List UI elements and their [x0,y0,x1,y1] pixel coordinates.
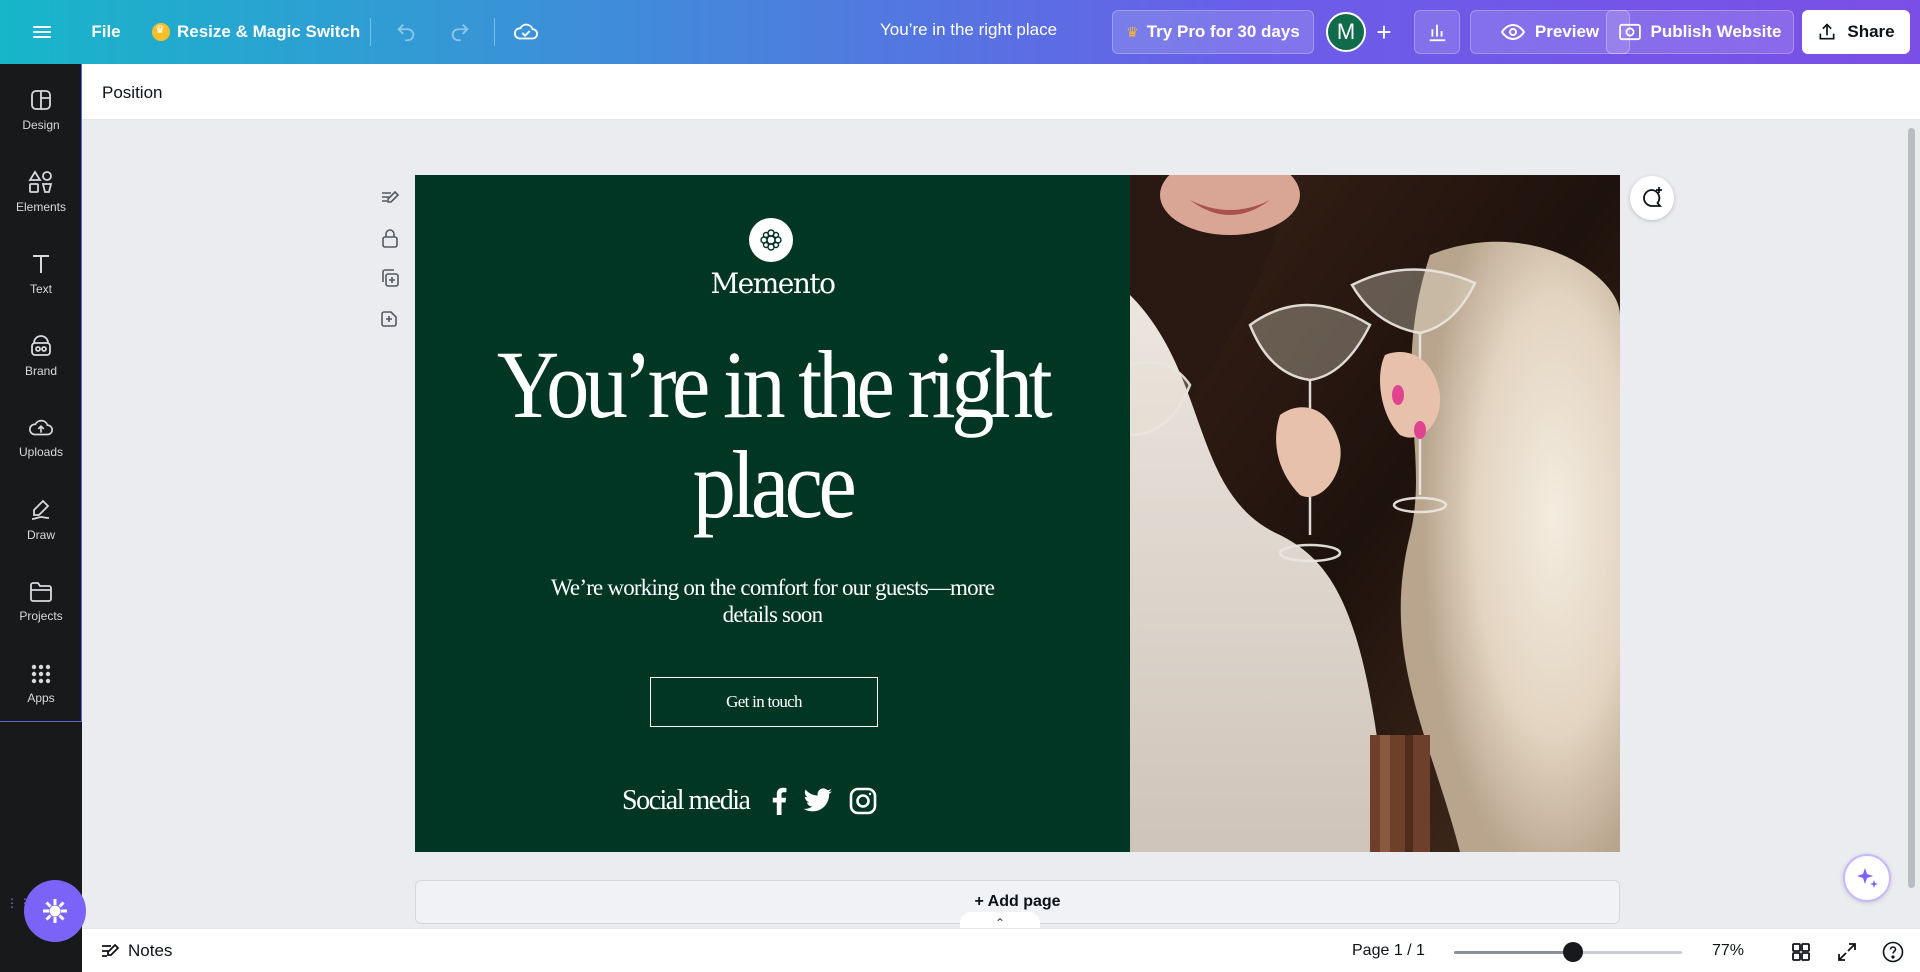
social-media-label[interactable]: Social media [622,785,751,817]
crown-icon: ♛ [1126,23,1139,40]
resize-label: Resize & Magic Switch [177,22,361,41]
zoom-slider-fill [1454,951,1573,954]
get-in-touch-button[interactable]: Get in touch [650,677,878,727]
document-title[interactable]: You’re in the right place [880,20,1057,40]
cloud-saved-icon[interactable] [508,14,544,50]
analytics-button[interactable] [1414,10,1460,54]
sidebar-item-label: Draw [26,528,55,542]
brand-name[interactable]: Memento [415,267,1130,300]
bottom-bar: Notes Page 1 / 1 77% [82,928,1920,972]
design-icon [31,90,51,110]
bar-chart-icon [1429,24,1446,42]
share-button[interactable]: Share [1802,10,1910,54]
magic-assistant-button[interactable] [24,880,86,942]
add-collaborator-icon[interactable]: + [1368,14,1400,50]
page-indicator[interactable]: Page 1 / 1 [1352,942,1425,960]
eye-icon [1500,23,1525,41]
globe-window-icon [1618,23,1641,41]
social-media-row: Social media [622,785,885,817]
menu-icon[interactable] [22,14,62,50]
sidebar-item-label: Apps [27,691,55,705]
avatar[interactable]: M [1326,12,1366,52]
design-left-panel[interactable]: Memento You’re in the right place We’re … [415,175,1130,852]
sidebar-item-label: Projects [19,609,63,623]
publish-website-button[interactable]: Publish Website [1606,10,1794,54]
crown-icon [152,23,170,41]
grid-view-icon[interactable] [1788,939,1814,965]
sparkle-icon [1857,868,1878,888]
design-photo[interactable] [1130,175,1620,852]
sidebar-item-label: Design [22,118,60,132]
brand-icon [31,335,51,356]
sparkle-burst-icon [43,899,67,923]
share-label: Share [1847,22,1895,41]
top-bar: File Resize & Magic Switch You’re in the… [0,0,1920,64]
zoom-level[interactable]: 77% [1712,942,1744,960]
try-pro-label: Try Pro for 30 days [1146,22,1300,41]
sidebar-item-label: Elements [15,200,67,214]
page-side-tools [376,178,404,338]
left-sidebar: Design Elements Text Brand Uploads Draw … [0,64,82,972]
sidebar-item-brand[interactable]: Brand [0,320,82,392]
sidebar-item-label: Uploads [18,445,64,459]
instagram-icon[interactable] [849,787,877,815]
sidebar-item-label: Text [29,282,52,296]
file-menu-button[interactable]: File [84,10,128,54]
help-icon[interactable] [1880,939,1906,965]
headline[interactable]: You’re in the right place [487,335,1059,535]
notes-label: Notes [128,941,173,960]
lock-icon[interactable] [376,218,404,258]
divider [494,18,495,46]
notes-icon [102,943,120,957]
sidebar-item-design[interactable]: Design [0,74,82,146]
design-page[interactable]: Memento You’re in the right place We’re … [415,175,1620,852]
projects-icon [30,582,52,602]
context-toolbar: Position [82,64,1920,120]
draw-icon [31,499,50,520]
divider [370,18,371,46]
sidebar-item-draw[interactable]: Draw [0,484,82,556]
elements-icon [28,170,53,193]
resize-magic-switch-button[interactable]: Resize & Magic Switch [146,10,366,54]
position-button[interactable]: Position [102,83,162,103]
uploads-icon [29,419,53,436]
magic-assist-button[interactable] [1843,854,1891,902]
zoom-slider[interactable] [1454,942,1682,962]
apps-icon [31,664,51,684]
facebook-icon[interactable] [771,787,787,815]
try-pro-button[interactable]: ♛ Try Pro for 30 days [1112,10,1314,54]
comment-plus-icon [1643,187,1662,207]
notes-edit-icon[interactable] [376,178,404,218]
twitter-icon[interactable] [803,788,833,814]
publish-label: Publish Website [1650,22,1782,41]
duplicate-page-icon[interactable] [376,258,404,298]
undo-icon[interactable] [388,14,424,50]
text-icon [33,255,49,273]
sidebar-item-label: Brand [24,364,58,378]
sidebar-item-uploads[interactable]: Uploads [0,402,82,474]
sidebar-item-projects[interactable]: Projects [0,566,82,638]
add-comment-button[interactable] [1630,176,1674,220]
sidebar-item-text[interactable]: Text [0,238,82,310]
redo-icon[interactable] [442,14,478,50]
zoom-slider-thumb[interactable] [1562,942,1583,962]
women-with-champagne-photo [1130,175,1620,852]
vertical-scrollbar[interactable] [1908,128,1915,888]
add-page-icon[interactable] [376,298,404,338]
notes-button[interactable]: Notes [100,941,172,961]
sidebar-item-apps[interactable]: Apps [0,648,82,720]
upload-share-icon [1819,23,1835,40]
preview-label: Preview [1534,22,1600,41]
subtext[interactable]: We’re working on the comfort for our gue… [535,574,1010,628]
sidebar-item-elements[interactable]: Elements [0,156,82,228]
logo-mark-icon[interactable] [749,218,793,262]
fullscreen-icon[interactable] [1834,939,1860,965]
